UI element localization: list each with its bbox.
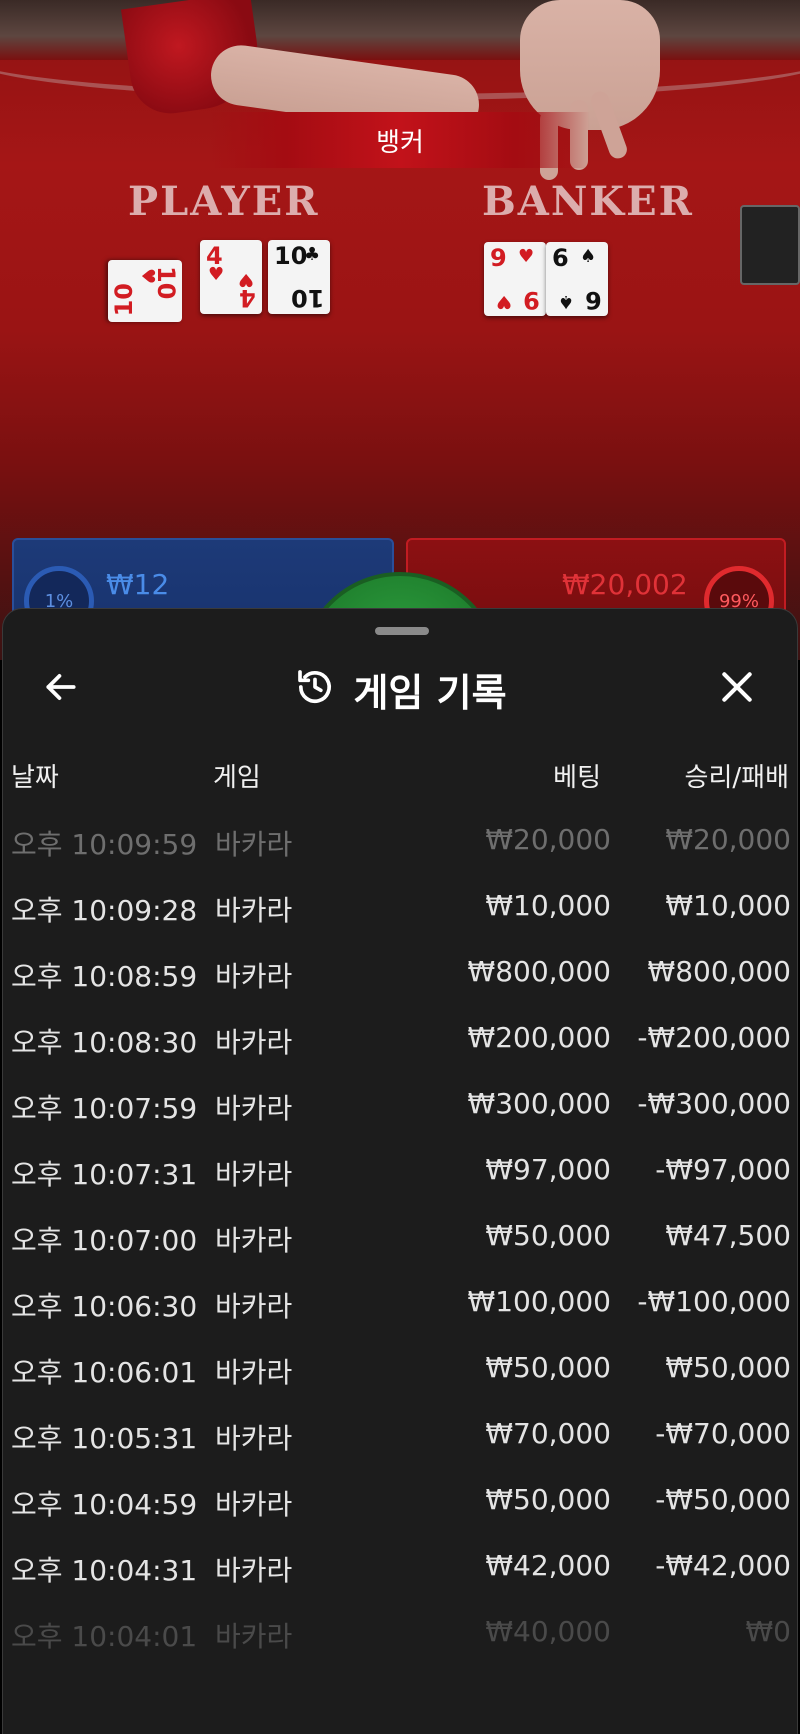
table-row[interactable]: 오후 10:06:30 바카라 ₩100,000 -₩100,000 bbox=[3, 1267, 799, 1333]
player-card: 10 ♣ 10 bbox=[268, 240, 330, 314]
player-card: 4 ♥ 4 ♥ bbox=[200, 240, 262, 314]
table-row[interactable]: 오후 10:07:00 바카라 ₩50,000 ₩47,500 bbox=[3, 1201, 799, 1267]
banker-bet-amount: ₩20,002 bbox=[562, 568, 688, 601]
dealer-right-hand bbox=[520, 0, 660, 130]
result-banner-text: 뱅커 bbox=[376, 127, 424, 158]
player-card: 10 ♥ 10 bbox=[108, 260, 182, 322]
column-header-date: 날짜 bbox=[11, 763, 59, 793]
table-row[interactable]: 오후 10:09:59 바카라 ₩20,000 ₩20,000 bbox=[3, 805, 799, 871]
title-group: 게임 기록 bbox=[3, 649, 799, 729]
table-row[interactable]: 오후 10:07:59 바카라 ₩300,000 -₩300,000 bbox=[3, 1069, 799, 1135]
table-row[interactable]: 오후 10:05:31 바카라 ₩70,000 -₩70,000 bbox=[3, 1399, 799, 1465]
live-video-feed: 뱅커 PLAYER BANKER 10 ♥ 10 4 ♥ 4 ♥ 10 ♣ 10 9 ♥ … bbox=[0, 0, 800, 660]
sheet-header: 게임 기록 bbox=[3, 649, 799, 729]
page-title: 게임 기록 bbox=[353, 670, 507, 715]
table-row[interactable]: 오후 10:04:31 바카라 ₩42,000 -₩42,000 bbox=[3, 1531, 799, 1597]
player-bet-amount: ₩12 bbox=[106, 568, 170, 601]
game-history-sheet: 게임 기록 날짜 게임 베팅 승리/패배 오후 10:09:59 바카라 ₩20… bbox=[2, 608, 798, 1734]
sheet-drag-handle[interactable] bbox=[375, 627, 429, 635]
table-row[interactable]: 오후 10:09:28 바카라 ₩10,000 ₩10,000 bbox=[3, 871, 799, 937]
result-banner: 뱅커 bbox=[210, 112, 590, 168]
table-row[interactable]: 오후 10:07:31 바카라 ₩97,000 -₩97,000 bbox=[3, 1135, 799, 1201]
table-row[interactable]: 오후 10:06:01 바카라 ₩50,000 ₩50,000 bbox=[3, 1333, 799, 1399]
column-header-bet: 베팅 bbox=[553, 763, 601, 793]
banker-label: BANKER bbox=[482, 178, 694, 225]
column-header-game: 게임 bbox=[213, 763, 261, 793]
arrow-left-icon bbox=[42, 668, 80, 710]
table-row[interactable]: 오후 10:08:59 바카라 ₩800,000 ₩800,000 bbox=[3, 937, 799, 1003]
banker-card: 9 ♥ 9 ♥ bbox=[484, 242, 546, 316]
banker-card: 6 ♠ 6 ♠ bbox=[546, 242, 608, 316]
close-icon bbox=[718, 668, 756, 710]
table-row[interactable]: 오후 10:04:01 바카라 ₩40,000 ₩0 bbox=[3, 1597, 799, 1663]
column-header-result: 승리/패배 bbox=[684, 763, 789, 793]
history-list[interactable]: 오후 10:09:59 바카라 ₩20,000 ₩20,000 오후 10:09… bbox=[3, 805, 799, 1663]
back-button[interactable] bbox=[39, 667, 83, 711]
player-label: PLAYER bbox=[128, 178, 320, 225]
history-icon bbox=[295, 667, 335, 711]
close-button[interactable] bbox=[715, 667, 759, 711]
table-row[interactable]: 오후 10:08:30 바카라 ₩200,000 -₩200,000 bbox=[3, 1003, 799, 1069]
card-shoe bbox=[740, 205, 800, 285]
table-row[interactable]: 오후 10:04:59 바카라 ₩50,000 -₩50,000 bbox=[3, 1465, 799, 1531]
